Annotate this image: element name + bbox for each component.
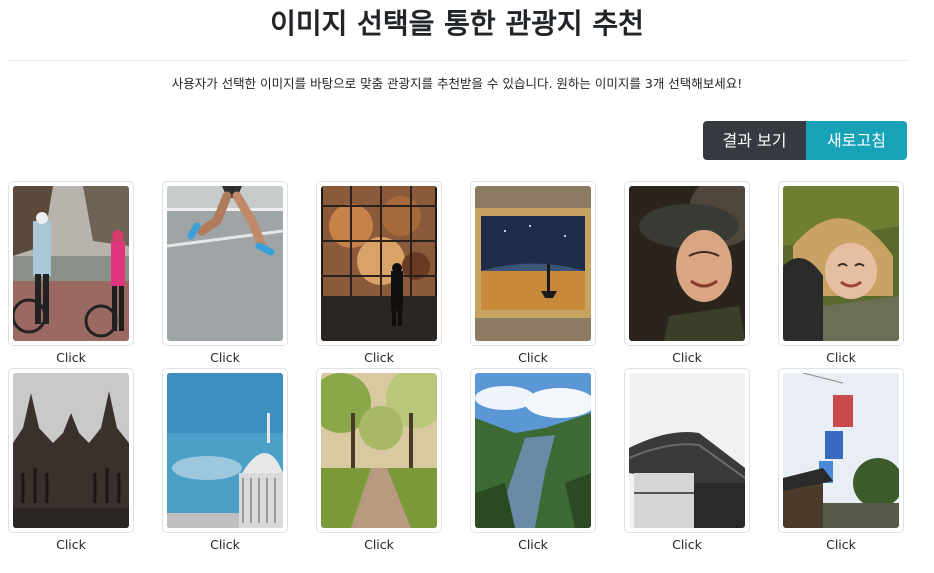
lanterns-photo [783,373,899,528]
smiling-woman-photo [629,186,745,341]
river-valley-photo [475,373,591,528]
image-caption: Click [518,350,548,365]
park-path-photo [321,373,437,528]
image-caption: Click [210,537,240,552]
cyclists-photo [13,186,129,341]
image-card-runner[interactable] [162,181,288,346]
traditional-roof-photo [629,373,745,528]
image-caption: Click [518,537,548,552]
image-caption: Click [56,537,86,552]
gothic-cathedral-photo [13,373,129,528]
image-card-cathedral[interactable] [8,368,134,533]
image-card-smiling-woman[interactable] [624,181,750,346]
image-card-woman-dog[interactable] [778,181,904,346]
image-caption: Click [210,350,240,365]
image-card-park[interactable] [316,368,442,533]
image-caption: Click [364,537,394,552]
image-caption: Click [364,350,394,365]
gallery-visitor-photo [321,186,437,341]
image-caption: Click [826,350,856,365]
show-result-button[interactable]: 결과 보기 [703,121,806,160]
image-caption: Click [672,350,702,365]
image-card-dome[interactable] [162,368,288,533]
woman-with-dog-photo [783,186,899,341]
image-card-painting[interactable] [470,181,596,346]
title-divider [7,60,907,61]
page-title: 이미지 선택을 통한 관광지 추천 [270,7,644,40]
image-caption: Click [56,350,86,365]
image-caption: Click [672,537,702,552]
image-card-lanterns[interactable] [778,368,904,533]
runner-photo [167,186,283,341]
image-card-river[interactable] [470,368,596,533]
page-subtitle: 사용자가 선택한 이미지를 바탕으로 맞춤 관광지를 추천받을 수 있습니다. … [171,76,743,91]
image-card-gallery[interactable] [316,181,442,346]
dome-building-photo [167,373,283,528]
image-card-cyclists[interactable] [8,181,134,346]
refresh-button[interactable]: 새로고침 [806,121,907,160]
page: 이미지 선택을 통한 관광지 추천 사용자가 선택한 이미지를 바탕으로 맞춤 … [0,0,934,573]
image-caption: Click [826,537,856,552]
framed-painting-photo [475,186,591,341]
image-card-roof[interactable] [624,368,750,533]
